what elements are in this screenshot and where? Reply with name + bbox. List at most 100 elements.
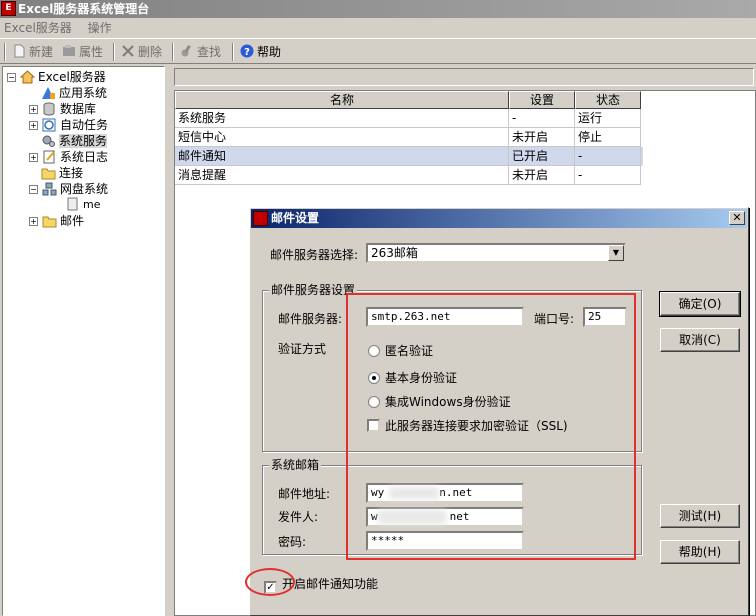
mailbox-group-title: 系统邮箱 [269, 458, 322, 472]
radio-selected-icon [368, 372, 380, 384]
tree-item-label: 数据库 [60, 102, 97, 116]
cell-name: 短信中心 [175, 128, 509, 147]
menu-bar: Excel服务器 操作 [0, 18, 756, 38]
auth-anonymous-label: 匿名验证 [385, 344, 434, 358]
tree-item-connection[interactable]: 连接 [41, 165, 83, 181]
tree-root[interactable]: − Excel服务器 [7, 69, 106, 85]
mail-folder-icon [42, 216, 57, 228]
redaction-blur [389, 487, 439, 499]
cell-setting: - [509, 109, 575, 128]
tree-item-system-log[interactable]: + 系统日志 [29, 149, 108, 165]
ssl-checkbox[interactable]: 此服务器连接要求加密验证（SSL) [367, 419, 568, 433]
tree-item-app-system[interactable]: 应用系统 [41, 85, 107, 101]
tree-item-netdisk[interactable]: − 网盘系统 [29, 181, 108, 197]
cell-name: 邮件通知 [175, 147, 509, 166]
radio-icon [368, 345, 380, 357]
chevron-down-icon[interactable]: ▼ [608, 245, 624, 261]
tree-item-auto-task[interactable]: + 自动任务 [29, 117, 108, 133]
find-label: 查找 [197, 45, 222, 59]
password-input[interactable]: ***** [366, 531, 524, 551]
tree-item-label: 系统日志 [60, 150, 109, 164]
column-header-name[interactable]: 名称 [175, 91, 509, 109]
help-label: 帮助 [257, 45, 282, 59]
tree-item-system-service[interactable]: 系统服务 [41, 133, 108, 149]
ssl-label: 此服务器连接要求加密验证（SSL) [385, 419, 568, 433]
enable-notification-checkbox[interactable]: ✓ 开启邮件通知功能 [264, 577, 378, 594]
help-button[interactable]: ? 帮助 [240, 43, 281, 61]
cell-name: 消息提醒 [175, 166, 509, 185]
expand-icon[interactable]: + [29, 105, 38, 114]
toolbar-divider [4, 43, 6, 61]
auth-basic-radio[interactable]: 基本身份验证 [368, 371, 457, 385]
auth-windows-radio[interactable]: 集成Windows身份验证 [368, 395, 511, 409]
app-system-icon [42, 87, 55, 99]
mail-server-input[interactable]: smtp.263.net [366, 307, 524, 327]
tree-item-label: 应用系统 [59, 86, 108, 100]
dialog-help-button[interactable]: 帮助(H) [660, 540, 740, 564]
system-service-icon [42, 135, 55, 147]
tree-item-me[interactable]: me [65, 197, 100, 213]
tree-item-label: me [83, 198, 101, 211]
toolbar-divider [113, 43, 115, 61]
table-row[interactable]: 短信中心 未开启 停止 [175, 128, 643, 147]
auto-task-icon [42, 118, 56, 132]
column-header-setting[interactable]: 设置 [509, 91, 575, 109]
new-label: 新建 [29, 45, 54, 59]
menu-excel-server[interactable]: Excel服务器 [4, 21, 72, 35]
toolbar-divider [172, 43, 174, 61]
table-row-selected[interactable]: 邮件通知 已开启 - [175, 147, 643, 166]
expand-icon[interactable]: + [29, 121, 38, 130]
port-label: 端口号: [534, 312, 575, 326]
cancel-button[interactable]: 取消(C) [660, 328, 740, 352]
redaction-blur [378, 510, 446, 524]
address-label: 邮件地址: [278, 487, 331, 501]
expand-icon[interactable]: + [29, 217, 38, 226]
find-binoculars-icon [181, 45, 191, 57]
cell-status: - [575, 166, 641, 185]
dialog-title-bar[interactable]: 邮件设置 ✕ [251, 209, 747, 228]
tree-item-database[interactable]: + 数据库 [29, 101, 96, 117]
home-icon [20, 70, 35, 84]
table-row[interactable]: 系统服务 - 运行 [175, 109, 643, 128]
toolbar-divider [232, 43, 234, 61]
collapse-icon[interactable]: − [29, 185, 38, 194]
path-bar [174, 68, 754, 86]
cell-name: 系统服务 [175, 109, 509, 128]
window-title-bar: E Excel服务器系统管理台 [0, 0, 756, 18]
find-button[interactable]: 查找 [180, 43, 221, 61]
column-header-status[interactable]: 状态 [575, 91, 641, 109]
cell-setting: 未开启 [509, 128, 575, 147]
table-row[interactable]: 消息提醒 未开启 - [175, 166, 643, 185]
mail-server-select[interactable]: 263邮箱 ▼ [366, 243, 626, 263]
connection-folder-icon [41, 168, 56, 180]
sender-value-start: w [371, 510, 378, 523]
new-button[interactable]: 新建 [12, 43, 53, 61]
navigation-tree: − Excel服务器 应用系统 + 数据库 + 自动任务 系统服务 + 系统日志 连接 … [2, 66, 165, 616]
test-button[interactable]: 测试(H) [660, 504, 740, 528]
delete-label: 删除 [138, 45, 163, 59]
system-log-icon [43, 150, 55, 164]
auth-anonymous-radio[interactable]: 匿名验证 [368, 344, 433, 358]
window-title: Excel服务器系统管理台 [18, 2, 150, 16]
server-group-title: 邮件服务器设置 [269, 283, 358, 297]
delete-button[interactable]: 删除 [121, 43, 162, 61]
checkmark-icon: ✓ [264, 581, 277, 594]
cell-status: - [575, 147, 641, 166]
file-icon [67, 197, 78, 211]
toolbar: 新建 属性 删除 查找 ? 帮助 [0, 38, 756, 64]
delete-x-icon [122, 45, 134, 57]
password-label: 密码: [278, 535, 307, 549]
sender-label: 发件人: [278, 510, 319, 524]
properties-button[interactable]: 属性 [62, 43, 103, 61]
tree-item-label: 邮件 [60, 214, 85, 228]
collapse-icon[interactable]: − [7, 73, 16, 82]
server-select-label: 邮件服务器选择: [270, 248, 359, 262]
ok-button[interactable]: 确定(O) [659, 291, 741, 317]
expand-icon[interactable]: + [29, 153, 38, 162]
close-icon[interactable]: ✕ [729, 211, 745, 225]
port-input[interactable]: 25 [583, 307, 627, 327]
tree-item-label: 自动任务 [60, 118, 109, 132]
cell-status: 运行 [575, 109, 641, 128]
tree-item-mail[interactable]: + 邮件 [29, 213, 84, 229]
menu-action[interactable]: 操作 [88, 21, 112, 35]
